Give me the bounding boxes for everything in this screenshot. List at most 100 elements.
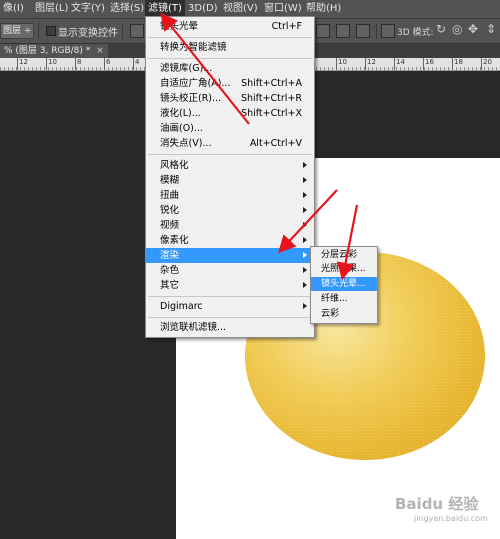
menu-item-last-filter[interactable]: 镜头光晕 Ctrl+F <box>146 19 314 34</box>
menu-item-distort[interactable]: 扭曲 <box>146 188 314 203</box>
ruler-major-tick <box>336 58 337 70</box>
menu-separator <box>148 154 312 155</box>
menu-item-browse-filters-online[interactable]: 浏览联机滤镜... <box>146 320 314 335</box>
rotate-3d-icon[interactable]: ↻ <box>436 22 446 36</box>
menu-item-pixelate[interactable]: 像素化 <box>146 233 314 248</box>
menu-item-label: 液化(L)... <box>160 108 201 119</box>
ruler-major-tick <box>481 58 482 70</box>
menu-item-label: 渲染 <box>160 250 180 261</box>
menu-item-vanishing-point[interactable]: 消失点(V)... Alt+Ctrl+V <box>146 136 314 151</box>
menu-item-digimarc[interactable]: Digimarc <box>146 299 314 314</box>
submenu-arrow-icon <box>303 222 307 228</box>
show-transform-checkbox[interactable] <box>46 26 56 36</box>
menu-item-video[interactable]: 视频 <box>146 218 314 233</box>
menu-item-shortcut: Ctrl+F <box>271 21 302 32</box>
menu-item-label: 风格化 <box>160 160 189 171</box>
menu-type[interactable]: 文字(Y) <box>68 0 108 18</box>
menu-separator <box>148 317 312 318</box>
ruler-label: 10 <box>48 58 57 66</box>
ruler-label: 14 <box>396 58 405 66</box>
menu-item-shortcut: Shift+Ctrl+X <box>241 108 302 119</box>
menu-item-noise[interactable]: 杂色 <box>146 263 314 278</box>
submenu-arrow-icon <box>303 303 307 309</box>
ruler-label: 20 <box>483 58 492 66</box>
submenu-item-label: 纤维... <box>321 294 348 304</box>
menu-item-label: 杂色 <box>160 265 180 276</box>
3d-mode-label: 3D 模式: <box>397 28 434 38</box>
menu-item-label: 消失点(V)... <box>160 138 212 149</box>
menu-item-adaptive-wide-angle[interactable]: 自适应广角(A)... Shift+Ctrl+A <box>146 76 314 91</box>
distribute-icon[interactable] <box>336 24 350 38</box>
menu-item-label: 转换为智能滤镜 <box>160 42 227 53</box>
submenu-arrow-icon <box>303 177 307 183</box>
menu-layer[interactable]: 图层(L) <box>32 0 71 18</box>
filter-menu: 镜头光晕 Ctrl+F 转换为智能滤镜 滤镜库(G)... 自适应广角(A)...… <box>145 16 315 338</box>
menu-separator <box>148 37 312 38</box>
divider <box>38 23 39 39</box>
submenu-arrow-icon <box>303 162 307 168</box>
menu-item-label: 其它 <box>160 280 180 291</box>
menu-item-stylize[interactable]: 风格化 <box>146 158 314 173</box>
roll-3d-icon[interactable]: ◎ <box>452 22 462 36</box>
menu-item-label: 像素化 <box>160 235 189 246</box>
menu-item-sharpen[interactable]: 锐化 <box>146 203 314 218</box>
menu-item-lens-correction[interactable]: 镜头校正(R)... Shift+Ctrl+R <box>146 91 314 106</box>
auto-select-dropdown[interactable]: 图层 ÷ <box>0 23 34 39</box>
submenu-arrow-icon <box>303 207 307 213</box>
menu-item-other[interactable]: 其它 <box>146 278 314 293</box>
submenu-item-label: 镜头光晕... <box>321 279 366 289</box>
menu-select[interactable]: 选择(S) <box>107 0 147 18</box>
submenu-arrow-icon <box>303 237 307 243</box>
menu-item-oil-paint[interactable]: 油画(O)... <box>146 121 314 136</box>
ruler-major-tick <box>452 58 453 70</box>
menu-item-label: Digimarc <box>160 301 203 312</box>
divider <box>122 23 123 39</box>
close-icon[interactable]: × <box>96 46 104 56</box>
submenu-arrow-icon <box>303 267 307 273</box>
document-tab[interactable]: % (图层 3, RGB/8) * × <box>0 44 108 58</box>
submenu-item-lens-flare[interactable]: 镜头光晕... <box>311 277 377 291</box>
menu-separator <box>148 58 312 59</box>
align-top-icon[interactable] <box>130 24 144 38</box>
menu-item-filter-gallery[interactable]: 滤镜库(G)... <box>146 61 314 76</box>
submenu-item-difference-clouds[interactable]: 分层云彩 <box>311 248 377 262</box>
distribute-icon[interactable] <box>316 24 330 38</box>
drag-3d-icon[interactable]: ✥ <box>468 22 478 36</box>
auto-select-value: 图层 <box>3 26 22 36</box>
menu-item-convert-smart-filter[interactable]: 转换为智能滤镜 <box>146 40 314 55</box>
ruler-label: 4 <box>135 58 140 66</box>
submenu-item-fibers[interactable]: 纤维... <box>311 292 377 306</box>
submenu-item-label: 云彩 <box>321 309 340 319</box>
menu-item-render[interactable]: 渲染 <box>146 248 314 263</box>
submenu-arrow-icon <box>303 252 307 258</box>
distribute-icon[interactable] <box>356 24 370 38</box>
watermark-url: jingyan.baidu.com <box>414 514 488 523</box>
divider <box>376 23 377 39</box>
ruler-label: 12 <box>367 58 376 66</box>
menu-item-label: 镜头校正(R)... <box>160 93 222 104</box>
auto-align-icon[interactable] <box>381 24 395 38</box>
submenu-arrow-icon <box>303 282 307 288</box>
submenu-arrow-icon <box>303 192 307 198</box>
submenu-item-lighting-effects[interactable]: 光照效果... <box>311 262 377 276</box>
ruler-label: 12 <box>19 58 28 66</box>
menu-item-liquify[interactable]: 液化(L)... Shift+Ctrl+X <box>146 106 314 121</box>
ruler-label: 16 <box>425 58 434 66</box>
ruler-major-tick <box>46 58 47 70</box>
menu-item-blur[interactable]: 模糊 <box>146 173 314 188</box>
menu-item-label: 锐化 <box>160 205 180 216</box>
render-submenu: 分层云彩 光照效果... 镜头光晕... 纤维... 云彩 <box>310 246 378 324</box>
menu-separator <box>148 296 312 297</box>
slide-3d-icon[interactable]: ⇕ <box>486 22 496 36</box>
menu-item-label: 自适应广角(A)... <box>160 78 231 89</box>
document-tab-title: % (图层 3, RGB/8) * <box>4 46 91 56</box>
submenu-item-clouds[interactable]: 云彩 <box>311 307 377 321</box>
menu-image[interactable]: 像(I) <box>0 0 27 18</box>
menu-item-label: 滤镜库(G)... <box>160 63 213 74</box>
ruler-major-tick <box>133 58 134 70</box>
ruler-major-tick <box>365 58 366 70</box>
menu-item-shortcut: Shift+Ctrl+R <box>240 93 302 104</box>
menu-item-label: 油画(O)... <box>160 123 203 134</box>
ruler-label: 6 <box>106 58 111 66</box>
ruler-label: 8 <box>77 58 82 66</box>
